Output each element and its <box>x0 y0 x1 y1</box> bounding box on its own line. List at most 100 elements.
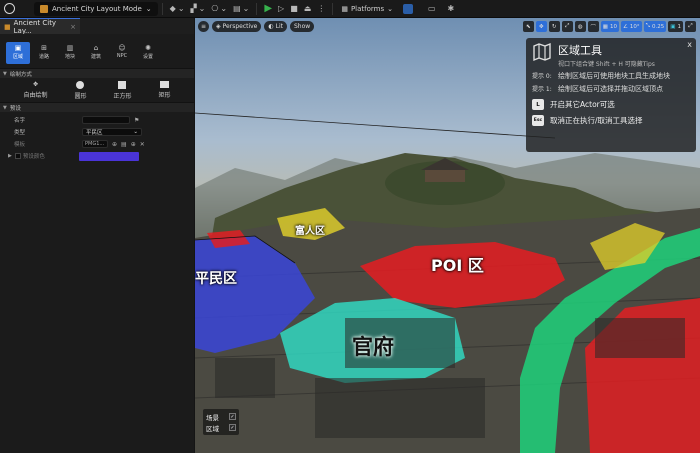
flag-icon[interactable]: ⚑ <box>134 117 139 124</box>
tab-ancient-city[interactable]: ■ Ancient City Lay... × <box>0 18 80 35</box>
expand-triangle-icon[interactable]: ▶ <box>8 153 12 159</box>
chevron-down-icon: ⌄ <box>198 4 206 13</box>
mode-label: 设置 <box>142 54 153 60</box>
chevron-down-icon: ⌄ <box>133 129 138 135</box>
viewport-menu-button[interactable]: ≡ <box>198 20 209 32</box>
template-value: PMG1... <box>85 141 105 147</box>
clear-icon[interactable]: ✕ <box>140 141 145 148</box>
monitor-icon: ▭ <box>427 4 436 13</box>
type-label: 类型 <box>14 130 26 136</box>
tool-panel: ▣ 区域 ⊞ 道路 ▥ 地块 ⌂ 建筑 ☺ NPC ✺ 设置 ▼ 绘制方式 ✥ 自由绘制 圆形… <box>0 34 194 453</box>
plugin-badge-icon[interactable] <box>402 3 413 14</box>
level-selector[interactable]: Ancient City Layout Mode ⌄ <box>34 1 158 16</box>
shortcut-esc: Esc 取消正在执行/取消工具选择 <box>532 115 690 126</box>
rectangle-icon <box>159 81 169 88</box>
eject-button[interactable]: ⏏ <box>301 2 315 16</box>
show-button[interactable]: Show <box>290 20 315 32</box>
divider <box>256 2 258 15</box>
tool-freehand[interactable]: ✥ 自由绘制 <box>23 81 47 99</box>
layer-scene-checkbox[interactable]: ✓ <box>229 413 236 420</box>
freehand-icon: ✥ <box>32 81 38 88</box>
building-icon: ⌂ <box>93 44 99 52</box>
layer-region-checkbox[interactable]: ✓ <box>229 424 236 431</box>
mode-tabs: ▣ 区域 ⊞ 道路 ▥ 地块 ⌂ 建筑 ☺ NPC ✺ 设置 <box>0 34 194 68</box>
add-actor-button[interactable]: ◆ ⌄ <box>167 2 188 16</box>
play-options-button[interactable]: ⋮ <box>314 2 328 16</box>
zone-label-official: 官府 <box>352 335 394 359</box>
unreal-logo[interactable] <box>0 0 18 18</box>
template-row: 模板 PMG1... ⊕ ▤ ⊕ ✕ <box>0 138 194 150</box>
lit-button[interactable]: ◐ Lit <box>264 20 287 32</box>
stop-button[interactable]: ■ <box>287 2 301 16</box>
monitor-button[interactable]: ▭ <box>425 2 439 16</box>
section-title: 预设 <box>9 105 21 112</box>
chevron-down-icon: ⌄ <box>220 4 228 13</box>
mode-road[interactable]: ⊞ 道路 <box>32 42 56 64</box>
platforms-menu[interactable]: ▦ Platforms ⌄ <box>337 2 397 16</box>
layer-scene-label: 场景 <box>206 413 219 422</box>
arrow-left-icon[interactable]: ⊕ <box>112 141 117 148</box>
npc-icon: ☺ <box>118 44 126 52</box>
hamburger-icon: ≡ <box>200 22 207 30</box>
browse-icon[interactable]: ▤ <box>121 141 127 148</box>
tool-label: 矩形 <box>158 92 171 99</box>
blueprint-button[interactable]: ⎔ ⌄ <box>208 2 230 16</box>
close-icon[interactable]: × <box>70 23 76 31</box>
preset-section-header[interactable]: ▼ 预设 <box>0 102 194 112</box>
chevron-down-icon: ⌄ <box>387 4 393 13</box>
draw-section-header[interactable]: ▼ 绘制方式 <box>0 68 194 78</box>
level-viewport[interactable]: ≡ ◈ Perspective ◐ Lit Show ⬉ ✥ ↻ ⤢ ◍ ⌒ ▦ 10… <box>195 18 700 453</box>
step-button[interactable]: ▷ <box>275 2 287 16</box>
tool-square[interactable]: 正方形 <box>113 81 132 100</box>
color-checkbox[interactable] <box>14 153 21 159</box>
color-swatch[interactable] <box>78 151 139 161</box>
mode-npc[interactable]: ☺ NPC <box>110 42 134 64</box>
add-icon[interactable]: ⊕ <box>131 141 136 148</box>
type-select[interactable]: 平民区 ⌄ <box>82 128 142 136</box>
bug-button[interactable]: ✱ <box>445 2 458 16</box>
mode-plot[interactable]: ▥ 地块 <box>58 42 82 64</box>
level-icon <box>40 4 48 13</box>
tip-1-text: 绘制区域后可选择并拖动区域顶点 <box>558 85 663 93</box>
template-label: 模板 <box>14 142 26 148</box>
type-row: 类型 平民区 ⌄ <box>0 126 194 138</box>
cinematics-button[interactable]: ▤ ⌄ <box>230 2 252 16</box>
tip-0-key: 提示 0: <box>532 73 552 80</box>
color-label: 预设颜色 <box>22 154 45 160</box>
platforms-icon: ▦ <box>341 4 348 13</box>
chevron-down-icon: ⌄ <box>145 4 152 13</box>
square-icon <box>118 81 127 89</box>
shortcut-l: L 开启其它Actor可选 <box>532 99 690 110</box>
tool-circle[interactable]: 圆形 <box>74 81 87 100</box>
perspective-button[interactable]: ◈ Perspective <box>212 20 262 32</box>
level-name: Ancient City Layout Mode <box>52 4 142 13</box>
lit-icon: ◐ <box>268 22 274 30</box>
template-select[interactable]: PMG1... <box>82 140 108 148</box>
play-button[interactable]: ▶ <box>261 2 275 16</box>
close-icon[interactable]: x <box>687 40 692 49</box>
zone-label-poi: POI 区 <box>431 256 484 275</box>
tool-label: 正方形 <box>113 93 132 100</box>
region-icon: ▣ <box>14 44 22 52</box>
layer-scene: 场景 ✓ <box>206 411 236 422</box>
settings-icon: ✺ <box>145 44 151 52</box>
tool-rectangle[interactable]: 矩形 <box>158 81 171 99</box>
tab-label: Ancient City Lay... <box>13 18 57 35</box>
tool-label: 圆形 <box>74 93 87 100</box>
mode-label: 地块 <box>64 54 75 60</box>
mode-settings[interactable]: ✺ 设置 <box>136 42 160 64</box>
tips-subtitle: 视口下组合键 Shift + H 可隐藏Tips <box>558 61 655 68</box>
mode-building[interactable]: ⌂ 建筑 <box>84 42 108 64</box>
mode-selector-button[interactable]: ▞ ⌄ <box>188 2 209 16</box>
zone-label-rich: 富人区 <box>295 226 325 237</box>
lit-label: Lit <box>275 22 283 30</box>
mode-region[interactable]: ▣ 区域 <box>6 42 30 64</box>
name-input[interactable] <box>82 116 130 124</box>
tips-title: 区域工具 <box>558 44 602 57</box>
tips-header: 区域工具 视口下组合键 Shift + H 可隐藏Tips <box>532 42 690 68</box>
collapse-triangle-icon: ▼ <box>3 70 7 77</box>
tip-1: 提示 1: 绘制区域后可选择并拖动区域顶点 <box>532 85 690 94</box>
show-label: Show <box>294 22 311 30</box>
platforms-label: Platforms <box>350 4 385 13</box>
step-icon: ▷ <box>278 4 285 13</box>
